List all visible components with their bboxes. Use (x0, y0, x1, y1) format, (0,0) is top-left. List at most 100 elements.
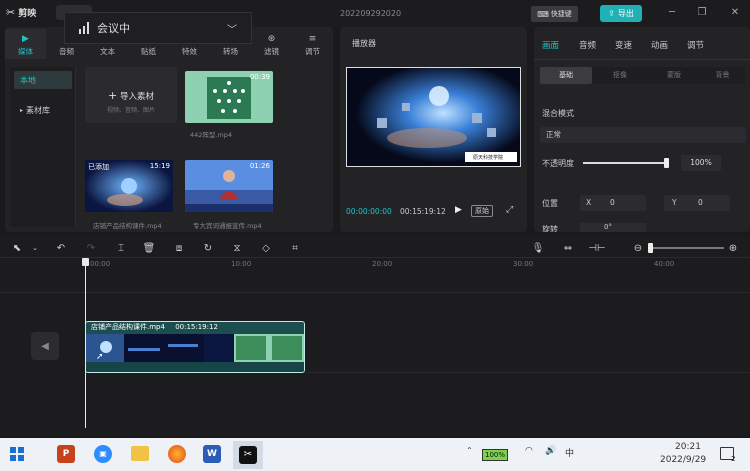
powerpoint-icon[interactable]: P (57, 445, 75, 463)
y-value: 0 (698, 198, 703, 207)
tab-label: 文本 (100, 47, 115, 56)
tab-label: 音频 (59, 47, 74, 56)
media-item-news[interactable]: 01:26 (185, 160, 273, 212)
opacity-label: 不透明度 (542, 159, 574, 168)
zoom-out-icon[interactable]: ⊖ (631, 241, 645, 255)
subtab-matting[interactable]: 抠像 (594, 67, 646, 84)
file-explorer-icon[interactable] (131, 446, 149, 461)
ruler-label: 40:00 (654, 260, 675, 268)
slider-track (583, 162, 669, 164)
minimize-icon[interactable]: ─ (665, 6, 679, 20)
player-title: 播放器 (352, 39, 376, 48)
tab-label: 贴纸 (141, 47, 156, 56)
opacity-input[interactable]: 100% (681, 155, 721, 171)
ime-indicator[interactable]: 中 (565, 446, 574, 459)
capcut-taskbar-icon[interactable]: ✂ (233, 441, 263, 469)
rotate-icon[interactable]: ◇ (259, 241, 273, 255)
reverse-icon[interactable]: ↻ (201, 241, 215, 255)
opacity-slider[interactable] (583, 158, 669, 168)
snap-icon[interactable]: ⊣⊢ (588, 241, 605, 255)
tab-filter[interactable]: ⊛ 滤镜 (251, 29, 292, 59)
delete-icon[interactable]: 🗑 (142, 241, 156, 255)
player-panel: 播放器 原天科技学院 00:00:00:00 00:15:19:12 ▶ 原始 … (340, 27, 527, 232)
wifi-icon[interactable]: ◠ (525, 446, 533, 456)
subtab-basic[interactable]: 基础 (540, 67, 592, 84)
subtab-background[interactable]: 背景 (700, 67, 745, 84)
chevron-down-icon[interactable]: ⌄ (28, 241, 42, 255)
import-label: 导入素材 (119, 92, 154, 102)
prop-tab-animation[interactable]: 动画 (651, 39, 668, 51)
tab-label: 滤镜 (264, 47, 279, 56)
item-caption: 专大宾词通报宣传.mp4 (193, 222, 262, 230)
firefox-icon[interactable] (168, 445, 186, 463)
word-icon[interactable]: W (203, 445, 221, 463)
fullscreen-icon[interactable]: ⤢ (506, 205, 513, 215)
maximize-icon[interactable]: ❐ (695, 6, 709, 20)
total-time: 00:15:19:12 (400, 207, 446, 216)
blend-mode-label: 混合模式 (542, 109, 574, 118)
mouse-cursor-icon: ➚ (96, 352, 104, 362)
clock-date[interactable]: 2022/9/29 (660, 455, 706, 465)
chevron-down-icon[interactable]: ﹀ (227, 21, 237, 36)
zoom-app-icon[interactable]: ▣ (94, 445, 112, 463)
x-label: X (586, 198, 592, 207)
link-icon[interactable]: ⇔ (561, 241, 575, 255)
close-icon[interactable]: ✕ (728, 6, 742, 20)
export-icon: ⇪ (608, 9, 615, 18)
blend-mode-select[interactable]: 正常 (540, 127, 746, 143)
position-x-input[interactable]: X 0 (580, 195, 646, 211)
current-time: 00:00:00:00 (346, 207, 392, 216)
zoom-slider[interactable] (648, 243, 724, 253)
shortcut-label: 快捷键 (550, 10, 572, 18)
app-name: 剪映 (18, 9, 37, 19)
ruler-label: 30:00 (513, 260, 534, 268)
prop-tab-audio[interactable]: 音频 (579, 39, 596, 51)
slider-thumb[interactable] (664, 158, 669, 168)
capcut-logo-icon: ✂ (6, 6, 16, 19)
prop-tab-speed[interactable]: 变速 (615, 39, 632, 51)
split-icon[interactable]: ⌶ (114, 241, 128, 255)
rotate-input[interactable]: 0° (580, 223, 646, 232)
prop-tab-adjust[interactable]: 调节 (687, 39, 704, 51)
ruler-label: 00:00 (90, 260, 111, 268)
player-video[interactable]: 原天科技学院 (346, 67, 521, 167)
zoom-in-icon[interactable]: ⊕ (726, 241, 740, 255)
video-clip[interactable]: 店铺产品结构课件.mp4 00:15:19:12 ➚ (85, 321, 305, 373)
track-mute-button[interactable]: ◀ (31, 332, 59, 360)
select-tool-icon[interactable]: ⬉ (10, 241, 24, 255)
export-label: 导出 (617, 9, 634, 18)
subtab-mask[interactable]: 蒙版 (648, 67, 700, 84)
import-media-tile[interactable]: + 导入素材 视频、音频、图片 (85, 67, 177, 123)
playhead-handle[interactable] (82, 258, 89, 266)
undo-icon[interactable]: ↶ (54, 241, 68, 255)
export-button[interactable]: ⇪ 导出 (600, 5, 642, 22)
playhead[interactable] (82, 258, 89, 428)
crop-icon[interactable]: ⌗ (288, 241, 302, 255)
nav-library[interactable]: ▸ 素材库 (14, 101, 72, 119)
tray-icons[interactable]: ⌃ (466, 446, 473, 455)
start-button[interactable] (10, 447, 24, 461)
clock-time[interactable]: 20:21 (675, 442, 701, 452)
play-icon[interactable]: ▶ (455, 205, 462, 215)
volume-icon[interactable]: 🔊 (545, 446, 556, 456)
freeze-icon[interactable]: ⧈ (172, 241, 186, 255)
notification-count: 2 (731, 455, 736, 463)
app-brand: ✂ 剪映 (6, 6, 36, 19)
tab-adjust[interactable]: ≡ 调节 (292, 29, 333, 59)
position-label: 位置 (542, 199, 558, 208)
shortcut-button[interactable]: ⌨ 快捷键 (531, 6, 578, 22)
redo-icon[interactable]: ↷ (84, 241, 98, 255)
media-item-course[interactable]: 已添加 15:19 (85, 160, 173, 212)
microphone-icon[interactable]: 🎙 (531, 241, 545, 255)
battery-indicator[interactable]: 100% (482, 449, 509, 461)
media-item-formation[interactable]: 00:39 (185, 71, 273, 123)
ratio-button[interactable]: 原始 (471, 205, 493, 217)
keyboard-icon: ⌨ (537, 9, 549, 19)
nav-local[interactable]: 本地 (14, 71, 72, 89)
prop-tab-picture[interactable]: 画面 (542, 39, 559, 51)
mirror-icon[interactable]: ⧖ (230, 241, 244, 255)
position-y-input[interactable]: Y 0 (664, 195, 730, 211)
zoom-slider-thumb[interactable] (648, 243, 653, 253)
meeting-indicator[interactable]: 会议中 ﹀ (64, 12, 252, 44)
tab-media[interactable]: ▶ 媒体 (5, 29, 46, 59)
